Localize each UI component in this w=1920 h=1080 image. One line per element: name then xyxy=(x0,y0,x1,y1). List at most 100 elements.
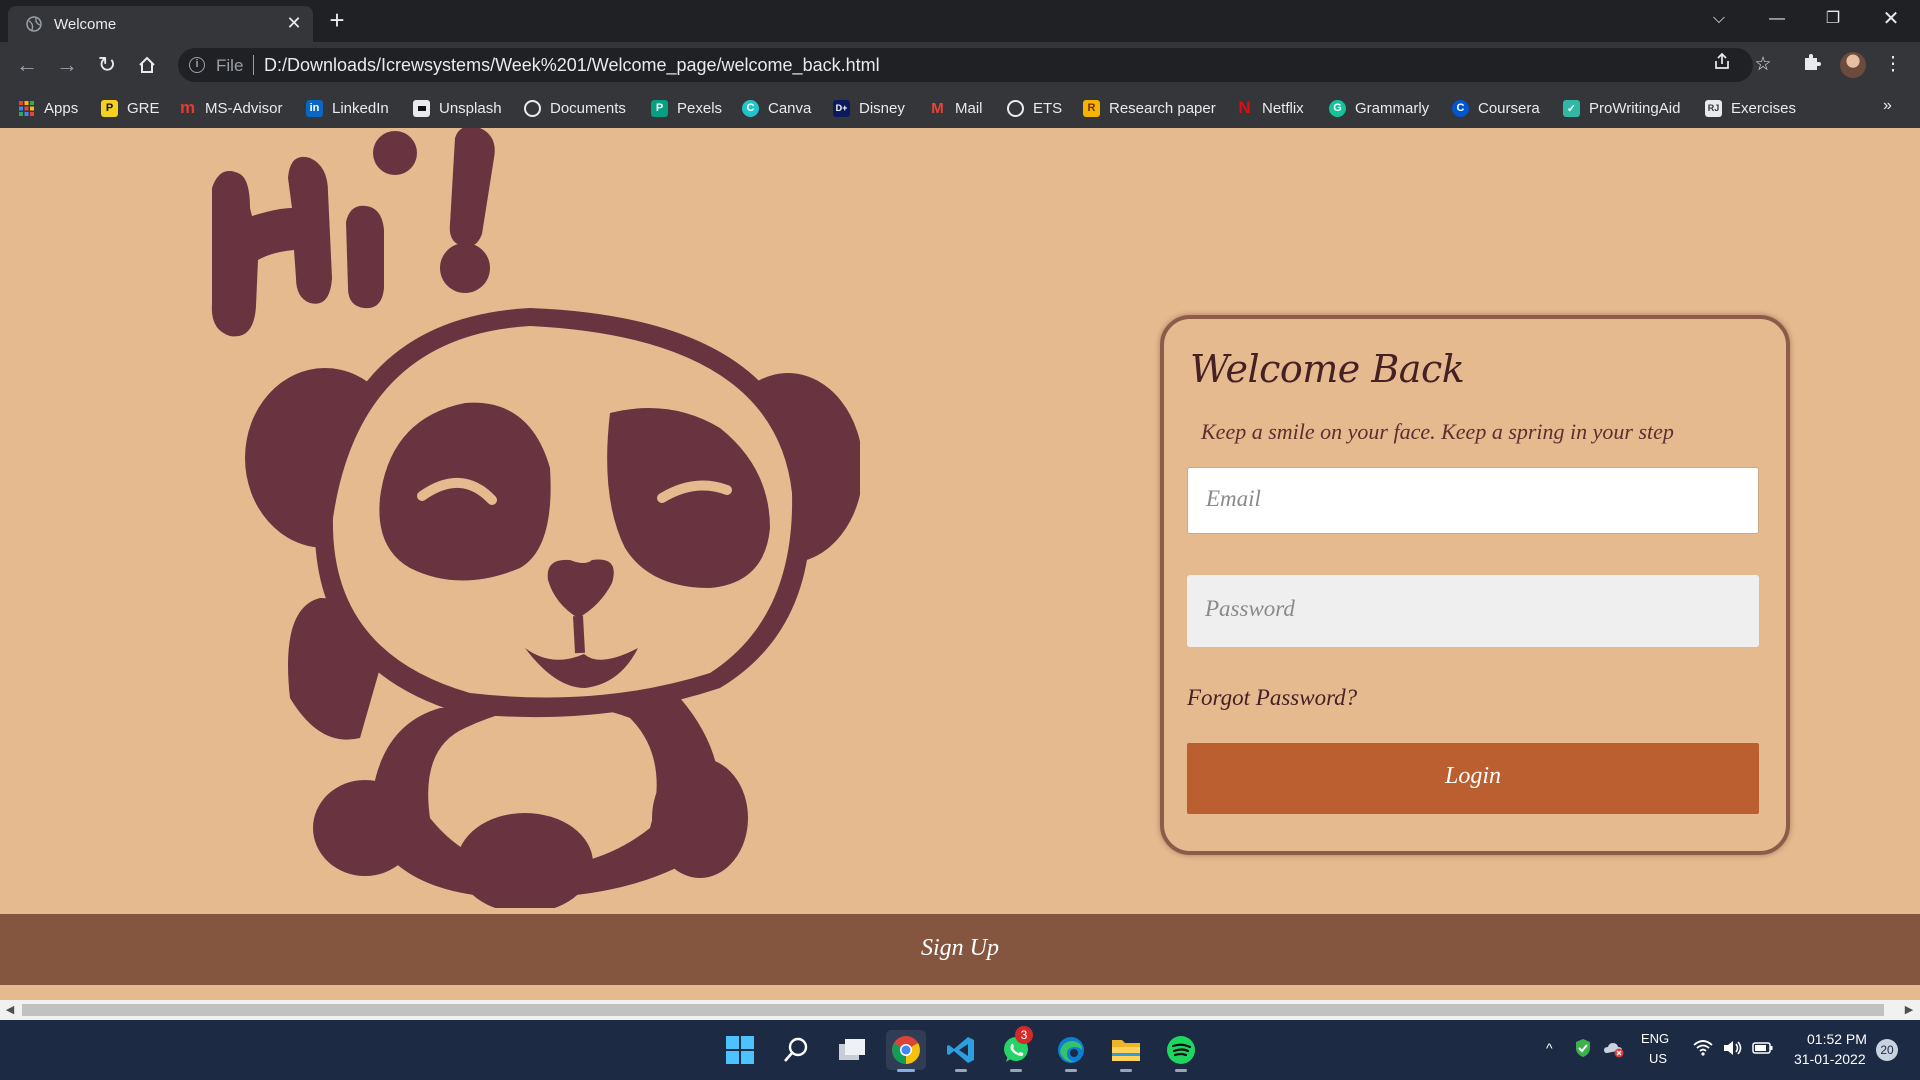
horizontal-scrollbar[interactable]: ◀ ▶ xyxy=(0,1000,1920,1020)
research-icon: R xyxy=(1083,99,1100,117)
bookmark-label: Coursera xyxy=(1478,99,1540,117)
new-tab-icon[interactable]: + xyxy=(325,6,349,34)
reload-icon[interactable]: ↻ xyxy=(92,50,122,80)
share-icon[interactable] xyxy=(1709,52,1735,78)
globe-icon xyxy=(26,16,42,37)
notification-center-badge[interactable]: 20 xyxy=(1876,1039,1898,1061)
search-icon[interactable] xyxy=(776,1030,816,1070)
language-indicator[interactable]: ENG xyxy=(1641,1031,1669,1046)
bookmark-label: ETS xyxy=(1033,99,1063,117)
netflix-icon: N xyxy=(1238,98,1251,117)
canva-icon: C xyxy=(742,99,759,117)
whatsapp-unread-badge: 3 xyxy=(1015,1026,1033,1044)
bookmark-label: Pexels xyxy=(677,99,723,117)
battery-icon[interactable] xyxy=(1752,1040,1774,1059)
volume-icon[interactable] xyxy=(1722,1039,1744,1060)
edge-icon[interactable] xyxy=(1051,1030,1091,1072)
coursera-icon: C xyxy=(1452,99,1469,117)
scrollbar-thumb[interactable] xyxy=(22,1004,1884,1016)
login-card: Welcome Back Keep a smile on your face. … xyxy=(1160,315,1790,855)
bookmark-ets[interactable]: ETS xyxy=(1007,97,1062,119)
bookmark-exercises[interactable]: RJ Exercises xyxy=(1705,97,1796,119)
chrome-taskbar-icon[interactable] xyxy=(886,1030,926,1072)
bookmark-pexels[interactable]: P Pexels xyxy=(651,97,722,119)
running-indicator xyxy=(1120,1069,1132,1072)
address-bar[interactable]: i File D:/Downloads/Icrewsystems/Week%20… xyxy=(178,48,1753,82)
bookmark-grammarly[interactable]: G Grammarly xyxy=(1329,97,1429,119)
vscode-icon[interactable] xyxy=(941,1030,981,1072)
page-viewport: Welcome Back Keep a smile on your face. … xyxy=(0,128,1920,1000)
bookmark-label: Exercises xyxy=(1731,99,1797,117)
bookmarks-overflow-icon[interactable]: » xyxy=(1883,97,1892,115)
security-shield-icon[interactable] xyxy=(1574,1038,1592,1061)
bookmark-prowritingaid[interactable]: ✓ ProWritingAid xyxy=(1563,97,1680,119)
running-indicator xyxy=(1065,1069,1077,1072)
tray-chevron-up-icon[interactable]: ^ xyxy=(1546,1040,1553,1056)
unsplash-icon xyxy=(413,99,430,117)
file-explorer-icon[interactable] xyxy=(1106,1030,1146,1072)
back-arrow-icon[interactable]: ← xyxy=(12,50,42,80)
bookmark-coursera[interactable]: C Coursera xyxy=(1452,97,1540,119)
signup-link[interactable]: Sign Up xyxy=(0,935,1920,962)
close-window-icon[interactable]: ✕ xyxy=(1876,6,1906,32)
running-indicator xyxy=(1175,1069,1187,1072)
bookmark-apps[interactable]: Apps xyxy=(18,97,78,119)
info-icon[interactable]: i xyxy=(189,57,205,73)
restore-icon[interactable]: ❐ xyxy=(1818,6,1848,32)
bookmark-netflix[interactable]: N Netflix xyxy=(1236,97,1303,119)
windows-taskbar: 3 ^ ENG US 01:52 PM 31-01-2022 20 xyxy=(0,1020,1920,1080)
bookmark-documents[interactable]: Documents xyxy=(524,97,626,119)
bookmark-star-icon[interactable]: ☆ xyxy=(1750,52,1776,78)
bookmark-label: Canva xyxy=(768,99,812,117)
bookmark-label: Disney xyxy=(859,99,905,117)
windows-start-icon[interactable] xyxy=(720,1030,760,1070)
bookmark-label: Mail xyxy=(955,99,983,117)
profile-avatar[interactable] xyxy=(1840,52,1866,78)
browser-tab[interactable]: Welcome ✕ xyxy=(8,6,313,42)
forward-arrow-icon[interactable]: → xyxy=(52,50,82,80)
grammarly-icon: G xyxy=(1329,99,1346,117)
menu-kebab-icon[interactable]: ⋮ xyxy=(1880,52,1906,78)
tab-close-icon[interactable]: ✕ xyxy=(284,14,304,32)
running-indicator xyxy=(1010,1069,1022,1072)
linkedin-icon: in xyxy=(306,99,323,117)
scroll-right-arrow-icon[interactable]: ▶ xyxy=(1902,1003,1916,1016)
panda-illustration xyxy=(211,128,860,908)
bookmark-canva[interactable]: C Canva xyxy=(742,97,811,119)
password-field[interactable]: Password xyxy=(1187,575,1759,647)
region-indicator[interactable]: US xyxy=(1649,1051,1667,1066)
bookmark-unsplash[interactable]: Unsplash xyxy=(413,97,502,119)
login-button[interactable]: Login xyxy=(1187,743,1759,814)
bookmark-mail[interactable]: M Mail xyxy=(929,97,983,119)
panda-body xyxy=(245,308,860,908)
forgot-password-link[interactable]: Forgot Password? xyxy=(1187,685,1357,711)
globe-icon xyxy=(1007,99,1024,117)
spotify-icon[interactable] xyxy=(1161,1030,1201,1072)
minimize-icon[interactable]: — xyxy=(1762,6,1792,32)
url-text[interactable]: D:/Downloads/Icrewsystems/Week%201/Welco… xyxy=(264,55,880,76)
exercises-icon: RJ xyxy=(1705,99,1722,117)
bookmark-gre[interactable]: P GRE xyxy=(101,97,160,119)
onedrive-error-icon[interactable] xyxy=(1603,1040,1625,1061)
login-button-label: Login xyxy=(1444,763,1501,789)
clock-time[interactable]: 01:52 PM xyxy=(1807,1031,1867,1047)
bookmark-research-paper[interactable]: R Research paper xyxy=(1083,97,1216,119)
signup-bar[interactable]: Sign Up xyxy=(0,914,1920,985)
tab-search-chevron-icon[interactable]: ⌵ xyxy=(1704,6,1734,32)
task-view-icon[interactable] xyxy=(832,1030,872,1070)
bookmark-ms-advisor[interactable]: m MS-Advisor xyxy=(179,97,283,119)
running-indicator xyxy=(955,1069,967,1072)
card-subtitle: Keep a smile on your face. Keep a spring… xyxy=(1201,419,1674,444)
extensions-puzzle-icon[interactable] xyxy=(1799,52,1825,78)
bookmark-disney[interactable]: D+ Disney xyxy=(833,97,905,119)
prowritingaid-icon: ✓ xyxy=(1563,99,1580,117)
clock-date[interactable]: 31-01-2022 xyxy=(1794,1051,1866,1067)
home-icon[interactable] xyxy=(132,50,162,80)
scroll-left-arrow-icon[interactable]: ◀ xyxy=(3,1003,17,1016)
email-field[interactable]: Email xyxy=(1187,467,1759,534)
bookmark-linkedin[interactable]: in LinkedIn xyxy=(306,97,389,119)
browser-toolbar: ← → ↻ i File D:/Downloads/Icrewsystems/W… xyxy=(0,42,1920,88)
wifi-icon[interactable] xyxy=(1693,1039,1713,1060)
bookmark-label: Unsplash xyxy=(439,99,502,117)
gmail-icon: M xyxy=(931,99,944,117)
